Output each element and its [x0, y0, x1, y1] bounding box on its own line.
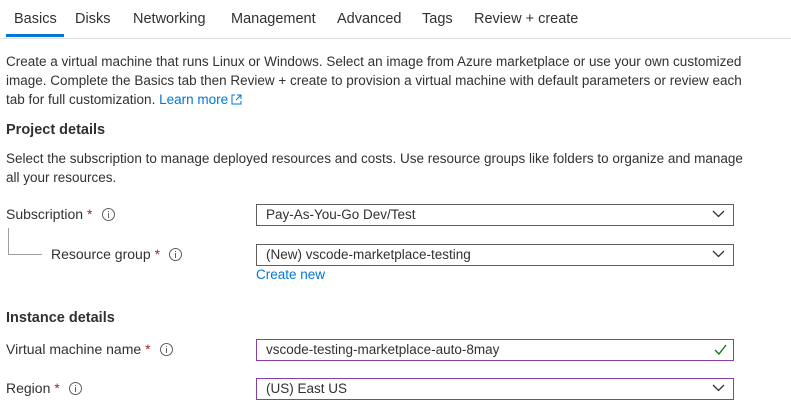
vm-name-label-text: Virtual machine name	[6, 341, 142, 357]
tab-advanced[interactable]: Advanced	[337, 11, 402, 27]
tab-bar: Basics Disks Networking Management Advan…	[0, 0, 791, 39]
info-icon[interactable]	[169, 247, 183, 261]
subscription-value: Pay-As-You-Go Dev/Test	[266, 207, 416, 222]
required-marker: *	[54, 380, 60, 396]
tab-networking[interactable]: Networking	[133, 11, 206, 27]
project-details-title: Project details	[6, 122, 106, 138]
instance-details-title: Instance details	[6, 310, 115, 326]
region-label-text: Region	[6, 380, 51, 396]
resource-group-label: Resource group *	[51, 246, 183, 262]
tab-management[interactable]: Management	[231, 11, 316, 27]
checkmark-icon	[714, 344, 727, 355]
info-icon[interactable]	[159, 342, 173, 356]
vm-name-input[interactable]: vscode-testing-marketplace-auto-8may	[256, 339, 734, 361]
tab-tags[interactable]: Tags	[422, 11, 453, 27]
tree-connector	[8, 254, 42, 255]
info-icon[interactable]	[101, 207, 115, 221]
region-value: (US) East US	[266, 381, 348, 396]
tree-connector	[8, 228, 9, 254]
resource-group-dropdown[interactable]: (New) vscode-marketplace-testing	[256, 244, 734, 266]
tab-review-create[interactable]: Review + create	[474, 11, 578, 27]
vm-name-label: Virtual machine name *	[6, 341, 173, 357]
external-link-icon	[231, 91, 242, 110]
required-marker: *	[87, 206, 93, 222]
tab-disks[interactable]: Disks	[75, 11, 110, 27]
project-details-description: Select the subscription to manage deploy…	[6, 151, 743, 185]
create-new-link[interactable]: Create new	[256, 267, 325, 282]
chevron-down-icon	[712, 210, 725, 218]
chevron-down-icon	[712, 384, 725, 392]
region-dropdown[interactable]: (US) East US	[256, 378, 734, 400]
learn-more-label: Learn more	[159, 92, 229, 107]
required-marker: *	[145, 341, 151, 357]
resource-group-label-text: Resource group	[51, 246, 151, 262]
info-icon[interactable]	[68, 381, 82, 395]
region-label: Region *	[6, 380, 82, 396]
resource-group-value: (New) vscode-marketplace-testing	[266, 247, 471, 262]
intro-text: Create a virtual machine that runs Linux…	[6, 54, 742, 107]
vm-name-value: vscode-testing-marketplace-auto-8may	[266, 342, 500, 357]
intro-paragraph: Create a virtual machine that runs Linux…	[6, 52, 746, 110]
learn-more-link[interactable]: Learn more	[159, 92, 242, 107]
subscription-label: Subscription *	[6, 206, 115, 222]
subscription-dropdown[interactable]: Pay-As-You-Go Dev/Test	[256, 204, 734, 226]
subscription-label-text: Subscription	[6, 206, 84, 222]
required-marker: *	[154, 246, 161, 262]
tab-basics[interactable]: Basics	[14, 11, 57, 27]
chevron-down-icon	[712, 250, 725, 258]
active-tab-indicator	[6, 34, 64, 37]
